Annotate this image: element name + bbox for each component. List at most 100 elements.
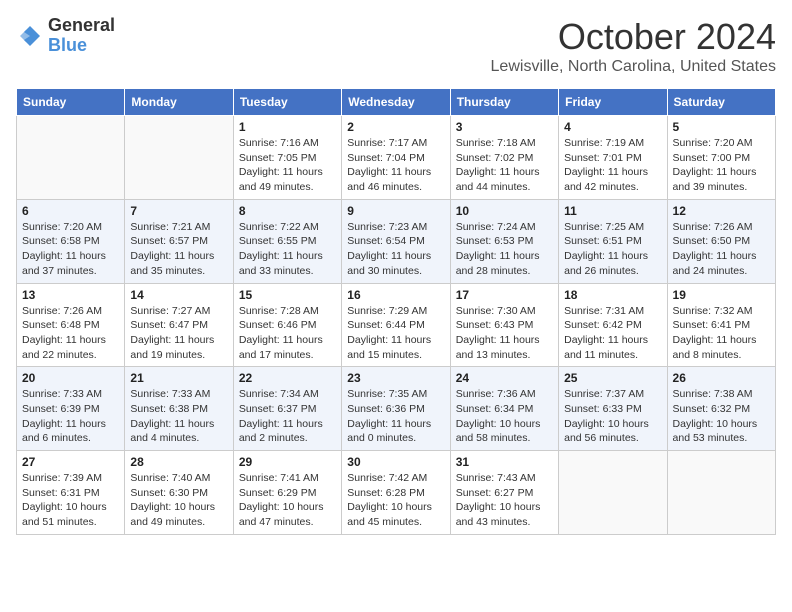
day-info: Sunrise: 7:33 AMSunset: 6:39 PMDaylight:…	[22, 387, 119, 446]
calendar-cell: 7Sunrise: 7:21 AMSunset: 6:57 PMDaylight…	[125, 199, 233, 283]
day-number: 27	[22, 455, 119, 469]
day-info: Sunrise: 7:42 AMSunset: 6:28 PMDaylight:…	[347, 471, 444, 530]
day-number: 19	[673, 288, 770, 302]
calendar-cell: 20 Sunrise: 7:33 AMSunset: 6:39 PMDayligh…	[17, 367, 125, 451]
calendar-cell: 29Sunrise: 7:41 AMSunset: 6:29 PMDayligh…	[233, 451, 341, 535]
day-info: Sunrise: 7:17 AMSunset: 7:04 PMDaylight:…	[347, 136, 444, 195]
calendar-cell: 9 Sunrise: 7:23 AMSunset: 6:54 PMDaylight…	[342, 199, 450, 283]
calendar-cell: 31 Sunrise: 7:43 AMSunset: 6:27 PMDayligh…	[450, 451, 558, 535]
day-header-thursday: Thursday	[450, 89, 558, 116]
day-info: Sunrise: 7:33 AMSunset: 6:38 PMDaylight:…	[130, 387, 227, 446]
calendar-cell: 17Sunrise: 7:30 AMSunset: 6:43 PMDayligh…	[450, 283, 558, 367]
calendar-cell: 24Sunrise: 7:36 AMSunset: 6:34 PMDayligh…	[450, 367, 558, 451]
week-row-4: 20 Sunrise: 7:33 AMSunset: 6:39 PMDayligh…	[17, 367, 776, 451]
day-header-friday: Friday	[559, 89, 667, 116]
calendar-cell: 3 Sunrise: 7:18 AMSunset: 7:02 PMDaylight…	[450, 116, 558, 200]
day-number: 24	[456, 371, 553, 385]
month-title: October 2024	[491, 16, 776, 58]
day-info: Sunrise: 7:20 AMSunset: 6:58 PMDaylight:…	[22, 220, 119, 279]
day-info: Sunrise: 7:21 AMSunset: 6:57 PMDaylight:…	[130, 220, 227, 279]
day-info: Sunrise: 7:43 AMSunset: 6:27 PMDaylight:…	[456, 471, 553, 530]
day-info: Sunrise: 7:20 AMSunset: 7:00 PMDaylight:…	[673, 136, 770, 195]
day-info: Sunrise: 7:37 AMSunset: 6:33 PMDaylight:…	[564, 387, 661, 446]
calendar-cell: 22 Sunrise: 7:34 AMSunset: 6:37 PMDayligh…	[233, 367, 341, 451]
logo-icon	[16, 22, 44, 50]
calendar-table: SundayMondayTuesdayWednesdayThursdayFrid…	[16, 88, 776, 535]
day-number: 18	[564, 288, 661, 302]
day-number: 25	[564, 371, 661, 385]
calendar-cell: 18 Sunrise: 7:31 AMSunset: 6:42 PMDayligh…	[559, 283, 667, 367]
day-info: Sunrise: 7:26 AMSunset: 6:50 PMDaylight:…	[673, 220, 770, 279]
calendar-cell: 16 Sunrise: 7:29 AMSunset: 6:44 PMDayligh…	[342, 283, 450, 367]
calendar-cell: 21 Sunrise: 7:33 AMSunset: 6:38 PMDayligh…	[125, 367, 233, 451]
day-number: 13	[22, 288, 119, 302]
calendar-cell: 25 Sunrise: 7:37 AMSunset: 6:33 PMDayligh…	[559, 367, 667, 451]
calendar-cell: 10Sunrise: 7:24 AMSunset: 6:53 PMDayligh…	[450, 199, 558, 283]
day-info: Sunrise: 7:39 AMSunset: 6:31 PMDaylight:…	[22, 471, 119, 530]
week-row-2: 6 Sunrise: 7:20 AMSunset: 6:58 PMDaylight…	[17, 199, 776, 283]
day-number: 16	[347, 288, 444, 302]
calendar-cell: 1Sunrise: 7:16 AMSunset: 7:05 PMDaylight…	[233, 116, 341, 200]
day-number: 21	[130, 371, 227, 385]
calendar-cell	[17, 116, 125, 200]
day-number: 31	[456, 455, 553, 469]
day-number: 12	[673, 204, 770, 218]
day-info: Sunrise: 7:29 AMSunset: 6:44 PMDaylight:…	[347, 304, 444, 363]
day-info: Sunrise: 7:31 AMSunset: 6:42 PMDaylight:…	[564, 304, 661, 363]
day-number: 10	[456, 204, 553, 218]
calendar-cell: 6 Sunrise: 7:20 AMSunset: 6:58 PMDaylight…	[17, 199, 125, 283]
day-number: 1	[239, 120, 336, 134]
week-row-5: 27 Sunrise: 7:39 AMSunset: 6:31 PMDayligh…	[17, 451, 776, 535]
day-number: 2	[347, 120, 444, 134]
day-number: 20	[22, 371, 119, 385]
day-header-monday: Monday	[125, 89, 233, 116]
week-row-1: 1Sunrise: 7:16 AMSunset: 7:05 PMDaylight…	[17, 116, 776, 200]
logo: General Blue	[16, 16, 115, 56]
calendar-cell: 28Sunrise: 7:40 AMSunset: 6:30 PMDayligh…	[125, 451, 233, 535]
day-number: 23	[347, 371, 444, 385]
day-info: Sunrise: 7:38 AMSunset: 6:32 PMDaylight:…	[673, 387, 770, 446]
day-number: 14	[130, 288, 227, 302]
day-header-sunday: Sunday	[17, 89, 125, 116]
calendar-cell: 12 Sunrise: 7:26 AMSunset: 6:50 PMDayligh…	[667, 199, 775, 283]
day-number: 6	[22, 204, 119, 218]
calendar-cell: 5 Sunrise: 7:20 AMSunset: 7:00 PMDaylight…	[667, 116, 775, 200]
calendar-cell: 27 Sunrise: 7:39 AMSunset: 6:31 PMDayligh…	[17, 451, 125, 535]
day-info: Sunrise: 7:23 AMSunset: 6:54 PMDaylight:…	[347, 220, 444, 279]
day-info: Sunrise: 7:34 AMSunset: 6:37 PMDaylight:…	[239, 387, 336, 446]
calendar-cell: 26Sunrise: 7:38 AMSunset: 6:32 PMDayligh…	[667, 367, 775, 451]
week-row-3: 13 Sunrise: 7:26 AMSunset: 6:48 PMDayligh…	[17, 283, 776, 367]
location-subtitle: Lewisville, North Carolina, United State…	[491, 58, 776, 76]
day-info: Sunrise: 7:26 AMSunset: 6:48 PMDaylight:…	[22, 304, 119, 363]
day-info: Sunrise: 7:25 AMSunset: 6:51 PMDaylight:…	[564, 220, 661, 279]
day-info: Sunrise: 7:22 AMSunset: 6:55 PMDaylight:…	[239, 220, 336, 279]
day-number: 15	[239, 288, 336, 302]
day-number: 3	[456, 120, 553, 134]
day-header-tuesday: Tuesday	[233, 89, 341, 116]
day-number: 11	[564, 204, 661, 218]
logo-general: General	[48, 16, 115, 36]
calendar-cell: 8 Sunrise: 7:22 AMSunset: 6:55 PMDaylight…	[233, 199, 341, 283]
day-info: Sunrise: 7:18 AMSunset: 7:02 PMDaylight:…	[456, 136, 553, 195]
calendar-cell: 23Sunrise: 7:35 AMSunset: 6:36 PMDayligh…	[342, 367, 450, 451]
calendar-cell: 13 Sunrise: 7:26 AMSunset: 6:48 PMDayligh…	[17, 283, 125, 367]
day-number: 5	[673, 120, 770, 134]
day-info: Sunrise: 7:40 AMSunset: 6:30 PMDaylight:…	[130, 471, 227, 530]
day-info: Sunrise: 7:41 AMSunset: 6:29 PMDaylight:…	[239, 471, 336, 530]
day-info: Sunrise: 7:28 AMSunset: 6:46 PMDaylight:…	[239, 304, 336, 363]
logo-blue: Blue	[48, 36, 115, 56]
title-block: October 2024 Lewisville, North Carolina,…	[491, 16, 776, 76]
calendar-cell: 15 Sunrise: 7:28 AMSunset: 6:46 PMDayligh…	[233, 283, 341, 367]
logo-text: General Blue	[48, 16, 115, 56]
day-number: 8	[239, 204, 336, 218]
day-header-saturday: Saturday	[667, 89, 775, 116]
calendar-cell: 11 Sunrise: 7:25 AMSunset: 6:51 PMDayligh…	[559, 199, 667, 283]
calendar-cell: 30 Sunrise: 7:42 AMSunset: 6:28 PMDayligh…	[342, 451, 450, 535]
day-header-wednesday: Wednesday	[342, 89, 450, 116]
day-number: 9	[347, 204, 444, 218]
day-number: 30	[347, 455, 444, 469]
day-number: 22	[239, 371, 336, 385]
calendar-cell	[559, 451, 667, 535]
day-info: Sunrise: 7:27 AMSunset: 6:47 PMDaylight:…	[130, 304, 227, 363]
calendar-cell: 19Sunrise: 7:32 AMSunset: 6:41 PMDayligh…	[667, 283, 775, 367]
